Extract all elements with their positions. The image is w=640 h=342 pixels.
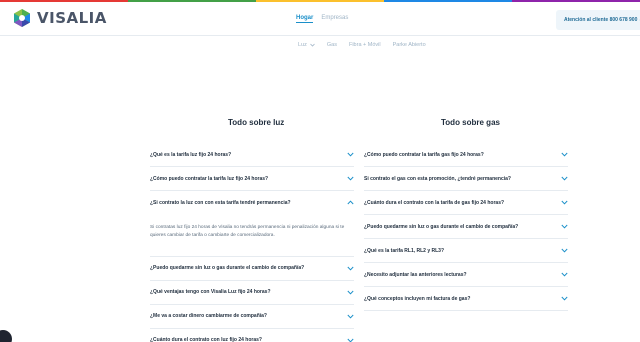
sub-nav-luz-label: Luz [298, 42, 307, 48]
gas-faq-question[interactable]: ¿Necesito adjuntar las anteriores lectur… [364, 263, 568, 286]
faq-question-text: ¿Qué conceptos incluyen mi factura de ga… [364, 295, 471, 302]
luz-faq-list: ¿Qué es la tarifa luz fijo 24 horas? ¿Cóm… [150, 143, 354, 342]
gas-faq-item: ¿Cómo puedo contratar la tarifa gas fijo… [364, 143, 568, 167]
gas-faq-item: ¿Cuánto dura el contrato con la tarifa d… [364, 191, 568, 215]
faq-question-text: ¿Necesito adjuntar las anteriores lectur… [364, 271, 467, 278]
chevron-down-icon [561, 224, 568, 229]
sub-nav-fibra-movil[interactable]: Fibra + Móvil [349, 42, 381, 48]
faq-question-text: Si contrato el gas con esta promoción, ¿… [364, 175, 511, 182]
nav-empresas[interactable]: Empresas [321, 15, 348, 23]
visalia-hexagon-logo [14, 9, 30, 27]
gas-faq-question[interactable]: ¿Puedo quedarme sin luz o gas durante el… [364, 215, 568, 238]
luz-faq-question[interactable]: ¿Me va a costar dinero cambiarme de comp… [150, 305, 354, 328]
luz-faq-item: ¿Qué es la tarifa luz fijo 24 horas? [150, 143, 354, 167]
faq-question-text: ¿Cómo puedo contratar la tarifa luz fijo… [150, 175, 269, 182]
gas-faq-item: Si contrato el gas con esta promoción, ¿… [364, 167, 568, 191]
faq-question-text: ¿Qué es la tarifa RL1, RL2 y RL3? [364, 247, 445, 254]
chevron-down-icon [347, 176, 354, 181]
chat-widget-button[interactable] [0, 330, 12, 342]
faq-question-text: ¿Puedo quedarme sin luz o gas durante el… [150, 265, 305, 272]
chevron-down-icon [347, 314, 354, 319]
sub-nav-gas[interactable]: Gas [327, 42, 337, 48]
luz-faq-item: ¿Cuánto dura el contrato con luz fijo 24… [150, 329, 354, 342]
chevron-up-icon [347, 200, 354, 205]
luz-faq-title: Todo sobre luz [228, 118, 285, 127]
luz-faq-question[interactable]: ¿Cómo puedo contratar la tarifa luz fijo… [150, 167, 354, 190]
chevron-down-icon [347, 266, 354, 271]
luz-faq-item: ¿Me va a costar dinero cambiarme de comp… [150, 305, 354, 329]
nav-hogar[interactable]: Hogar [296, 15, 314, 23]
product-sub-nav: Luz Gas Fibra + Móvil Parke Abierto [298, 42, 426, 48]
site-header: VISALIA Hogar Empresas Atención al clien… [0, 2, 640, 36]
gas-faq-item: ¿Necesito adjuntar las anteriores lectur… [364, 263, 568, 287]
chevron-down-icon [561, 152, 568, 157]
gas-faq-question[interactable]: ¿Qué conceptos incluyen mi factura de ga… [364, 287, 568, 310]
chevron-down-icon [561, 200, 568, 205]
customer-service-button[interactable]: Atención al cliente 800 678 900 [556, 10, 640, 30]
gas-faq-item: ¿Puedo quedarme sin luz o gas durante el… [364, 215, 568, 239]
luz-faq-item: ¿Qué ventajas tengo con Visalia Luz fijo… [150, 281, 354, 305]
luz-faq-item: ¿Puedo quedarme sin luz o gas durante el… [150, 257, 354, 281]
faq-question-text: ¿Cuánto dura el contrato con luz fijo 24… [150, 337, 262, 342]
faq-question-text: ¿Si contrato la luz con con esta tarifa … [150, 199, 291, 206]
gas-faq-item: ¿Qué conceptos incluyen mi factura de ga… [364, 287, 568, 311]
luz-faq-question[interactable]: ¿Puedo quedarme sin luz o gas durante el… [150, 257, 354, 280]
faq-question-text: ¿Qué ventajas tengo con Visalia Luz fijo… [150, 289, 271, 296]
logo-link[interactable]: VISALIA [12, 8, 107, 28]
luz-faq-question[interactable]: ¿Si contrato la luz con con esta tarifa … [150, 191, 354, 214]
sub-nav-parke-abierto[interactable]: Parke Abierto [393, 42, 426, 48]
chevron-down-icon [347, 152, 354, 157]
chevron-down-icon [347, 338, 354, 342]
luz-faq-question[interactable]: ¿Qué es la tarifa luz fijo 24 horas? [150, 143, 354, 166]
gas-faq-question[interactable]: ¿Cuánto dura el contrato con la tarifa d… [364, 191, 568, 214]
gas-faq-title: Todo sobre gas [441, 118, 500, 127]
chevron-down-icon [561, 296, 568, 301]
luz-faq-question[interactable]: ¿Cuánto dura el contrato con luz fijo 24… [150, 329, 354, 342]
sub-nav-luz[interactable]: Luz [298, 42, 315, 48]
gas-faq-item: ¿Qué es la tarifa RL1, RL2 y RL3? [364, 239, 568, 263]
chevron-down-icon [561, 248, 568, 253]
faq-question-text: ¿Cómo puedo contratar la tarifa gas fijo… [364, 151, 484, 158]
gas-faq-question[interactable]: Si contrato el gas con esta promoción, ¿… [364, 167, 568, 190]
gas-faq-question[interactable]: ¿Cómo puedo contratar la tarifa gas fijo… [364, 143, 568, 166]
luz-faq-item: ¿Cómo puedo contratar la tarifa luz fijo… [150, 167, 354, 191]
customer-service-label: Atención al cliente 800 678 900 [564, 17, 638, 23]
main-nav: Hogar Empresas [296, 15, 348, 23]
faq-question-text: ¿Puedo quedarme sin luz o gas durante el… [364, 223, 519, 230]
luz-faq-question[interactable]: ¿Qué ventajas tengo con Visalia Luz fijo… [150, 281, 354, 304]
faq-question-text: ¿Qué es la tarifa luz fijo 24 horas? [150, 151, 232, 158]
chevron-down-icon [561, 176, 568, 181]
luz-faq-answer: Si contratas luz fijo 24 horas de Visali… [150, 225, 345, 238]
chevron-down-icon [310, 43, 315, 47]
faq-question-text: ¿Cuánto dura el contrato con la tarifa d… [364, 199, 505, 206]
gas-faq-list: ¿Cómo puedo contratar la tarifa gas fijo… [364, 143, 568, 311]
chevron-down-icon [347, 290, 354, 295]
luz-faq-item: ¿Si contrato la luz con con esta tarifa … [150, 191, 354, 257]
gas-faq-question[interactable]: ¿Qué es la tarifa RL1, RL2 y RL3? [364, 239, 568, 262]
logo-text: VISALIA [37, 9, 107, 27]
chevron-down-icon [561, 272, 568, 277]
faq-question-text: ¿Me va a costar dinero cambiarme de comp… [150, 313, 267, 320]
